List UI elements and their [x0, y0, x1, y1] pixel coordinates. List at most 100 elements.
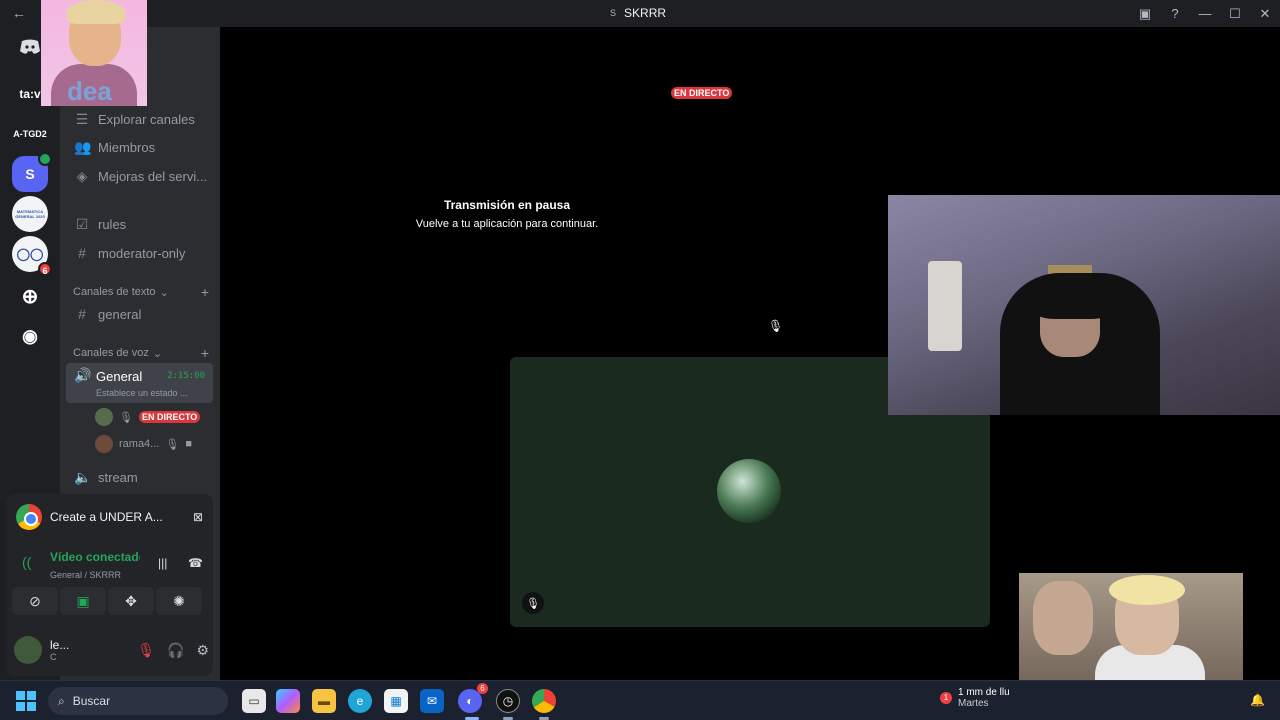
- gear-icon[interactable]: ⚙: [196, 642, 209, 659]
- inbox-icon[interactable]: ▣: [1130, 6, 1160, 22]
- overlay-hair: [1109, 575, 1185, 605]
- edge-icon[interactable]: e: [348, 689, 372, 713]
- stream-paused-subtitle: Vuelve a tu aplicación para continuar.: [415, 218, 599, 230]
- minimize-icon[interactable]: —: [1190, 6, 1220, 21]
- webcam-video[interactable]: [888, 195, 1280, 415]
- chrome-taskbar-icon[interactable]: [532, 689, 556, 713]
- maximize-icon[interactable]: ☐: [1220, 6, 1250, 22]
- list-icon: ☰: [75, 111, 89, 127]
- overlay-hair: [67, 0, 125, 24]
- window-controls: ▣ ? — ☐ ✕: [1130, 0, 1280, 27]
- discord-glyph-icon: ◐: [466, 694, 474, 708]
- signal-icon: ((: [22, 554, 32, 570]
- voice-channel-general[interactable]: 🔊 General 2:15:00 Establece un estado ..…: [66, 363, 213, 403]
- channel-general[interactable]: # general: [74, 306, 141, 322]
- voice-location: General / SKRRR: [50, 570, 122, 580]
- add-server-icon[interactable]: ⊕: [12, 278, 48, 314]
- weather-line1: 1 mm de llu: [958, 687, 1010, 698]
- discord-badge: 6: [477, 683, 488, 694]
- video-object: [928, 261, 962, 351]
- server-logo[interactable]: ◯◯ 6: [12, 236, 52, 276]
- server-matematica[interactable]: MATEMATICA GENERAL 2025: [12, 196, 48, 232]
- explore-channels-item[interactable]: ☰ Explorar canales: [74, 111, 195, 128]
- video-icon: ■: [185, 438, 192, 450]
- soundboard-icon: ✺: [173, 592, 185, 609]
- soundboard-button[interactable]: ✺: [156, 587, 202, 615]
- voice-channel-name: General: [96, 369, 143, 384]
- window-title-text: SKRRR: [624, 6, 667, 20]
- text-channel-icon: #: [78, 245, 86, 261]
- headphones-icon[interactable]: 🎧: [167, 642, 184, 659]
- mic-muted-icon[interactable]: 🎙: [137, 642, 155, 659]
- overlay-person-1: [1033, 581, 1093, 655]
- boost-icon: ◈: [76, 168, 88, 184]
- overlay-video-top: dea: [41, 0, 147, 106]
- channel-rules[interactable]: ☑ rules: [74, 216, 126, 233]
- weather-line2: Martes: [958, 698, 989, 709]
- store-icon[interactable]: ▦: [384, 689, 408, 713]
- video-hair: [1028, 273, 1118, 319]
- avatar[interactable]: [14, 636, 42, 664]
- discord-taskbar-icon[interactable]: ◐ 6: [458, 683, 488, 713]
- window-title: S SKRRR: [610, 6, 666, 20]
- stop-share-icon[interactable]: ⊠: [193, 510, 203, 524]
- noise-suppression-icon[interactable]: |||: [158, 556, 167, 570]
- voice-controls: ⊘ ▣ ✥ ✺: [12, 587, 202, 615]
- task-view-icon[interactable]: ▭: [242, 689, 266, 713]
- channel-moderator-label: moderator-only: [98, 245, 186, 261]
- members-item[interactable]: 👥 Miembros: [74, 139, 155, 156]
- voice-timer: 2:15:00: [167, 371, 205, 381]
- members-label: Miembros: [98, 140, 156, 155]
- server-s[interactable]: S: [12, 152, 52, 192]
- voice-user-rama[interactable]: rama4... 🎙 ■: [95, 435, 192, 453]
- clock-app-icon[interactable]: ◷: [496, 689, 520, 713]
- activity-row[interactable]: Create a UNDER A... ⊠: [16, 504, 203, 530]
- chrome-icon: [16, 504, 42, 530]
- mic-muted-icon: 🎙: [768, 319, 784, 333]
- server-atgd2[interactable]: A-TGD2: [12, 116, 48, 152]
- camera-off-button[interactable]: ⊘: [12, 587, 58, 615]
- channel-moderator-only[interactable]: # moderator-only: [74, 245, 185, 261]
- voice-connection: (( Vídeo conectado General / SKRRR ||| ☎: [20, 550, 205, 580]
- file-explorer-icon[interactable]: ▬: [312, 689, 336, 713]
- taskbar-search[interactable]: ⌕ Buscar: [48, 687, 228, 715]
- mic-muted-icon: 🎙: [165, 438, 180, 451]
- add-voice-channel-icon[interactable]: +: [201, 345, 209, 361]
- chevron-down-icon: ⌄: [152, 347, 163, 360]
- server-logo-icon: ◯◯: [16, 247, 44, 261]
- screen-share-button[interactable]: ▣: [60, 587, 106, 615]
- taskbar: ⌕ Buscar ▭ ▬ e ▦ ✉ ◐ 6 ◷ 1 1 mm de llu M…: [0, 680, 1280, 720]
- weather-widget[interactable]: 1 1 mm de llu Martes: [940, 687, 1010, 709]
- outlook-icon[interactable]: ✉: [420, 689, 444, 713]
- notification-icon[interactable]: 🔔: [1250, 693, 1265, 707]
- server-atgd2-label: A-TGD2: [13, 129, 47, 139]
- server-boost-item[interactable]: ◈ Mejoras del servi...: [74, 168, 207, 185]
- hash-icon: #: [78, 306, 86, 322]
- text-category-label: Canales de texto: [73, 286, 156, 298]
- disconnect-icon[interactable]: ☎: [188, 556, 203, 570]
- copilot-icon[interactable]: [276, 689, 300, 713]
- text-category[interactable]: Canales de texto ⌄ +: [73, 284, 209, 300]
- live-badge: EN DIRECTO: [671, 87, 733, 99]
- back-arrow-icon[interactable]: ←: [12, 5, 26, 21]
- activities-button[interactable]: ✥: [108, 587, 154, 615]
- search-icon: ⌕: [58, 693, 65, 708]
- channel-general-label: general: [98, 306, 142, 322]
- voice-channel-stream[interactable]: 🔈 stream: [74, 469, 138, 486]
- close-icon[interactable]: ✕: [1250, 6, 1280, 22]
- server-initial: S: [610, 8, 617, 18]
- voice-user-streamer[interactable]: 🎙 EN DIRECTO: [95, 408, 201, 426]
- user-bar: le... C 🎙 🎧 ⚙: [14, 632, 209, 668]
- avatar: [95, 435, 113, 453]
- members-icon: 👥: [74, 139, 92, 155]
- title-bar: ← S SKRRR ▣ ? — ☐ ✕: [0, 0, 1280, 27]
- help-icon[interactable]: ?: [1160, 6, 1190, 21]
- server-tav-label: ta:v: [19, 87, 41, 101]
- server-boost-label: Mejoras del servi...: [98, 169, 208, 184]
- mic-muted-icon: 🎙: [119, 411, 133, 424]
- windows-start-icon[interactable]: [16, 691, 36, 711]
- screen-share-icon: ▣: [76, 592, 90, 609]
- add-text-channel-icon[interactable]: +: [201, 284, 209, 300]
- discover-icon[interactable]: ◉: [12, 318, 48, 354]
- voice-category[interactable]: Canales de voz ⌄ +: [73, 345, 209, 361]
